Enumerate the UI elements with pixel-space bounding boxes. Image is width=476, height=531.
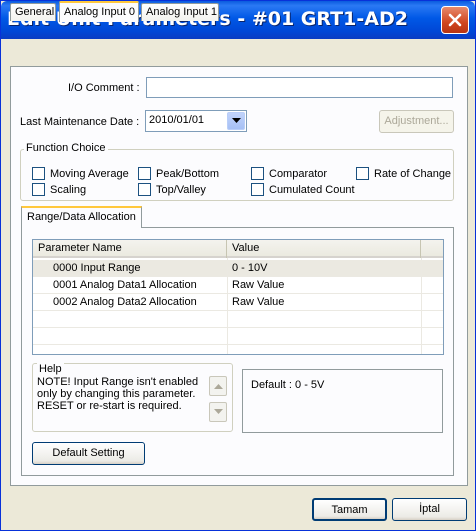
tab-range-data-allocation[interactable]: Range/Data Allocation <box>21 206 142 228</box>
help-scroll-up-button[interactable] <box>209 376 227 396</box>
checkbox-label: Comparator <box>269 167 328 180</box>
default-setting-button[interactable]: Default Setting <box>32 442 145 465</box>
help-scroll-down-button[interactable] <box>209 402 227 422</box>
tab-general[interactable]: General <box>10 3 56 21</box>
param-name-cell: 0002 Analog Data2 Allocation <box>53 296 197 308</box>
checkbox-box[interactable] <box>356 167 369 180</box>
default-value-box: Default : 0 - 5V <box>242 369 443 433</box>
maintenance-date-picker[interactable]: 2010/01/01 <box>145 110 247 132</box>
tab-analog-input-1[interactable]: Analog Input 1 <box>141 3 219 21</box>
cancel-button[interactable]: İptal <box>392 498 467 521</box>
param-name-cell: 0001 Analog Data1 Allocation <box>53 279 197 291</box>
tab-analog-input-0[interactable]: Analog Input 0 <box>59 1 139 22</box>
column-header-value[interactable]: Value <box>227 240 421 258</box>
maintenance-date-label: Last Maintenance Date : <box>20 116 140 128</box>
checkbox-label: Moving Average <box>50 167 129 180</box>
ok-button[interactable]: Tamam <box>312 498 387 521</box>
table-row[interactable]: 0000 Input Range 0 - 10V <box>33 260 443 277</box>
checkbox-top-valley[interactable]: Top/Valley <box>138 183 206 196</box>
table-row[interactable]: 0001 Analog Data1 Allocation Raw Value <box>33 277 443 294</box>
checkbox-moving-average[interactable]: Moving Average <box>32 167 129 180</box>
dialog-window: Edit Unit Parameters - #01 GRT1-AD2 Gene… <box>0 0 476 531</box>
checkbox-rate-of-change[interactable]: Rate of Change <box>356 167 451 180</box>
checkbox-box[interactable] <box>138 167 151 180</box>
checkbox-label: Top/Valley <box>156 183 206 196</box>
chevron-up-icon <box>213 384 223 389</box>
io-comment-input[interactable] <box>146 77 453 98</box>
adjustment-button[interactable]: Adjustment... <box>379 110 454 133</box>
table-row[interactable]: 0002 Analog Data2 Allocation Raw Value <box>33 294 443 311</box>
checkbox-peak-bottom[interactable]: Peak/Bottom <box>138 167 219 180</box>
table-row-empty <box>33 311 443 328</box>
column-header-spacer <box>421 240 443 258</box>
checkbox-comparator[interactable]: Comparator <box>251 167 327 180</box>
table-row-empty <box>33 328 443 345</box>
close-icon <box>448 13 462 27</box>
column-header-parameter-name[interactable]: Parameter Name <box>33 240 227 258</box>
param-name-cell: 0000 Input Range <box>53 262 141 274</box>
checkbox-scaling[interactable]: Scaling <box>32 183 86 196</box>
table-header: Parameter Name Value <box>33 240 443 258</box>
param-value-cell[interactable]: 0 - 10V <box>232 260 267 276</box>
maintenance-date-value: 2010/01/01 <box>149 114 205 126</box>
io-comment-label: I/O Comment : <box>68 82 140 94</box>
help-text: NOTE! Input Range isn't enabled only by … <box>37 376 199 412</box>
column-divider <box>421 258 422 354</box>
param-value-cell[interactable]: Raw Value <box>232 277 284 293</box>
param-value-cell[interactable]: Raw Value <box>232 294 284 310</box>
checkbox-box[interactable] <box>251 183 264 196</box>
checkbox-box[interactable] <box>32 167 45 180</box>
checkbox-label: Cumulated Count <box>269 183 355 196</box>
date-dropdown-button[interactable] <box>227 112 245 130</box>
checkbox-box[interactable] <box>251 167 264 180</box>
close-button[interactable] <box>441 6 469 34</box>
parameter-table[interactable]: Parameter Name Value 0000 Input Range 0 … <box>32 239 444 355</box>
checkbox-label: Rate of Change <box>374 167 452 180</box>
checkbox-cumulated-count[interactable]: Cumulated Count <box>251 183 355 196</box>
checkbox-label: Scaling <box>50 183 87 196</box>
checkbox-box[interactable] <box>138 183 151 196</box>
checkbox-label: Peak/Bottom <box>156 167 219 180</box>
help-title: Help <box>37 363 64 375</box>
chevron-down-icon <box>231 118 241 123</box>
column-divider <box>227 258 228 354</box>
checkbox-box[interactable] <box>32 183 45 196</box>
function-choice-title: Function Choice <box>24 142 108 154</box>
default-value-text: Default : 0 - 5V <box>251 379 325 391</box>
chevron-down-icon <box>213 409 223 414</box>
